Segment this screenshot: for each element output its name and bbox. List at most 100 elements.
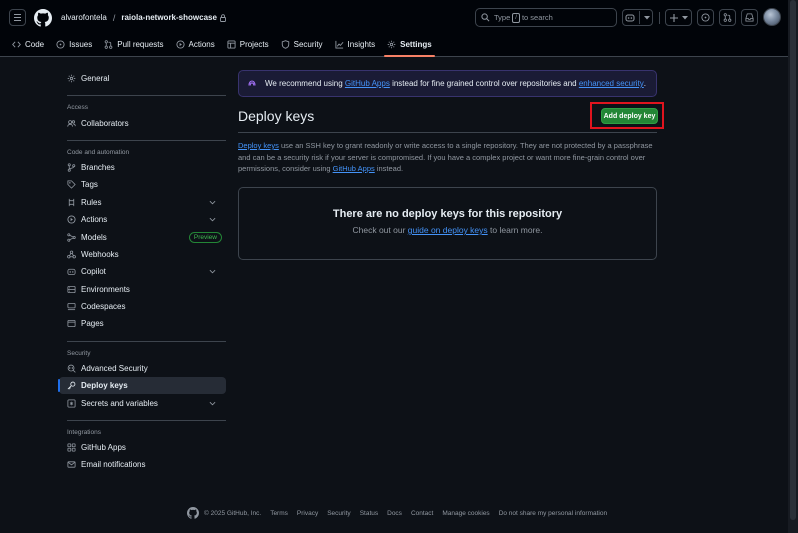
- title-divider: [238, 132, 657, 133]
- sidebar-item-environments[interactable]: Environments: [59, 281, 226, 298]
- footer-link-security[interactable]: Security: [327, 510, 350, 517]
- tab-security-label: Security: [293, 39, 323, 49]
- tab-projects[interactable]: Projects: [222, 35, 274, 53]
- issue-icon: [56, 39, 65, 49]
- menu-button[interactable]: [9, 9, 26, 26]
- sidebar-item-rules[interactable]: Rules: [59, 194, 226, 211]
- banner-text-pre: We recommend using: [265, 79, 343, 88]
- footer-link-contact[interactable]: Contact: [411, 510, 433, 517]
- gear-icon: [387, 40, 396, 48]
- sidebar-divider: [67, 95, 226, 97]
- search-input[interactable]: Type / to search: [475, 8, 617, 27]
- footer-link-privacy[interactable]: Privacy: [297, 510, 318, 517]
- repo-link[interactable]: raiola-network-showcase: [121, 13, 217, 22]
- sidebar-item-general[interactable]: General: [59, 70, 226, 87]
- lock-icon: [219, 13, 226, 22]
- preview-badge: Preview: [188, 231, 222, 243]
- create-new-button[interactable]: [665, 9, 692, 26]
- tab-issues[interactable]: Issues: [51, 35, 97, 53]
- description-body: use an SSH key to grant readonly or writ…: [238, 141, 653, 173]
- github-logo-icon[interactable]: [34, 8, 52, 27]
- chevron-down-icon: [644, 15, 650, 19]
- sidebar-item-label: Rules: [81, 197, 102, 207]
- tab-insights[interactable]: Insights: [330, 35, 381, 53]
- copilot-icon: [67, 269, 76, 276]
- footer-link-terms[interactable]: Terms: [270, 510, 288, 517]
- sidebar-item-github-apps[interactable]: GitHub Apps: [59, 439, 226, 456]
- owner-link[interactable]: alvarofontela: [61, 13, 107, 22]
- sidebar-group-access: Access: [67, 104, 88, 112]
- chevron-down-icon: [209, 401, 216, 406]
- sidebar-item-label: Secrets and variables: [81, 398, 158, 408]
- footer-link-status[interactable]: Status: [360, 510, 378, 517]
- sidebar-item-deploy-keys[interactable]: Deploy keys: [58, 377, 226, 395]
- tab-actions-label: Actions: [188, 39, 215, 49]
- sidebar-item-models[interactable]: Models Preview: [59, 228, 226, 245]
- footer-link-docs[interactable]: Docs: [387, 510, 402, 517]
- inbox-button[interactable]: [741, 9, 758, 26]
- issues-button[interactable]: [697, 9, 714, 26]
- page-title: Deploy keys: [238, 108, 315, 124]
- repo-nav: Code Issues Pull requests Actions Projec…: [0, 35, 788, 57]
- description-end: instead.: [376, 164, 404, 173]
- sidebar-item-actions[interactable]: Actions: [59, 211, 226, 228]
- sidebar-item-label: General: [81, 74, 110, 84]
- chevron-down-icon: [209, 218, 216, 222]
- pull-requests-button[interactable]: [719, 9, 736, 26]
- sidebar-item-collaborators[interactable]: Collaborators: [59, 114, 226, 131]
- branch-icon: [67, 163, 76, 172]
- sidebar-item-pages[interactable]: Pages: [59, 315, 226, 332]
- sidebar-item-webhooks[interactable]: Webhooks: [59, 246, 226, 263]
- footer-copyright: © 2025 GitHub, Inc.: [204, 509, 262, 517]
- shield-icon: [281, 39, 289, 49]
- sidebar-item-label: Actions: [81, 215, 108, 225]
- tab-pull-requests-label: Pull requests: [117, 39, 164, 49]
- copilot-button[interactable]: [622, 9, 653, 26]
- deploy-keys-guide-link[interactable]: guide on deploy keys: [408, 225, 488, 235]
- sidebar-item-tags[interactable]: Tags: [59, 176, 226, 193]
- mail-icon: [67, 461, 76, 469]
- tab-pull-requests[interactable]: Pull requests: [99, 35, 168, 53]
- tab-code[interactable]: Code: [7, 35, 49, 53]
- inbox-icon: [745, 13, 754, 22]
- sidebar-item-label: Tags: [81, 180, 98, 190]
- key-icon: [67, 381, 76, 390]
- sidebar-item-copilot[interactable]: Copilot: [59, 263, 226, 280]
- footer: © 2025 GitHub, Inc. Terms Privacy Securi…: [187, 506, 616, 520]
- tab-actions[interactable]: Actions: [171, 35, 220, 53]
- sidebar-item-codespaces[interactable]: Codespaces: [59, 298, 226, 315]
- asterisk-icon: [67, 399, 76, 408]
- plus-icon: [669, 13, 678, 22]
- enhanced-security-link[interactable]: enhanced security: [579, 79, 644, 88]
- footer-link-manage-cookies[interactable]: Manage cookies: [442, 510, 489, 517]
- tab-security[interactable]: Security: [276, 35, 328, 53]
- avatar[interactable]: [763, 8, 781, 26]
- sidebar-item-label: Advanced Security: [81, 363, 148, 373]
- scrollbar-thumb[interactable]: [790, 0, 796, 520]
- empty-state-pre: Check out our: [352, 225, 406, 235]
- sidebar-group-security: Security: [67, 349, 91, 357]
- tab-projects-label: Projects: [239, 39, 269, 49]
- copilot-icon: [248, 79, 256, 86]
- github-apps-link[interactable]: GitHub Apps: [345, 79, 390, 88]
- codespaces-icon: [67, 303, 76, 311]
- add-deploy-key-button[interactable]: Add deploy key: [601, 108, 658, 124]
- tab-settings[interactable]: Settings: [382, 35, 437, 57]
- path-separator: /: [112, 12, 116, 23]
- sidebar-item-secrets[interactable]: Secrets and variables: [59, 394, 226, 411]
- copilot-icon: [625, 14, 635, 22]
- banner-text-end: .: [643, 79, 647, 88]
- server-icon: [67, 285, 76, 293]
- sidebar-item-advanced-security[interactable]: Advanced Security: [59, 360, 226, 377]
- sidebar-item-branches[interactable]: Branches: [59, 159, 226, 176]
- chevron-down-icon: [209, 270, 216, 274]
- tab-issues-label: Issues: [69, 39, 93, 49]
- page-scrollbar[interactable]: [788, 0, 798, 533]
- search-shortcut: /: [512, 12, 520, 23]
- footer-link-do-not-share[interactable]: Do not share my personal information: [499, 510, 607, 517]
- sidebar-item-email-notifications[interactable]: Email notifications: [59, 456, 226, 473]
- banner-text-mid: instead for fine grained control over re…: [392, 79, 577, 88]
- deploy-keys-docs-link[interactable]: Deploy keys: [238, 141, 279, 150]
- gear-icon: [67, 74, 76, 83]
- github-apps-link-2[interactable]: GitHub Apps: [333, 164, 375, 173]
